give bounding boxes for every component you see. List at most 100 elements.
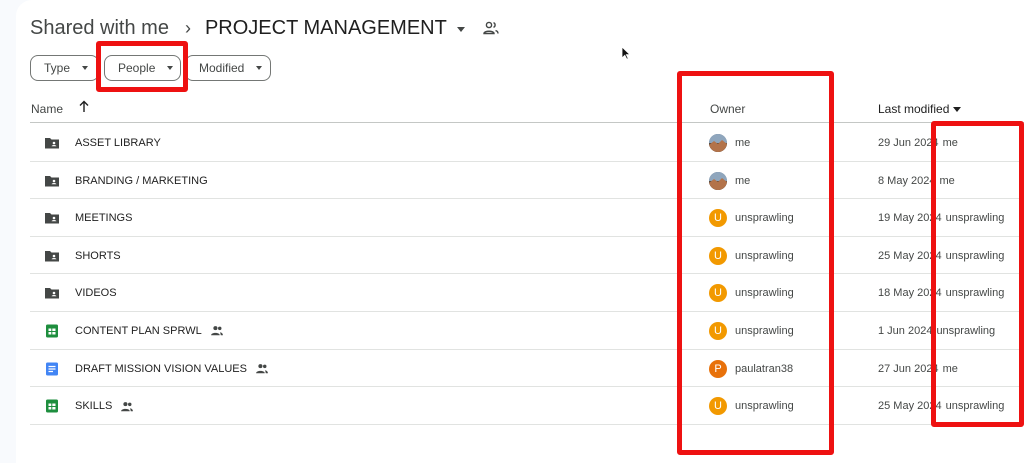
- avatar: [709, 134, 727, 152]
- last-modified: 8 May 2024 me: [878, 175, 955, 187]
- shared-folder-icon: [45, 288, 59, 299]
- modified-date: 8 May 2024: [878, 174, 936, 187]
- file-browser: Shared with me › PROJECT MANAGEMENT Type…: [16, 0, 1024, 463]
- table-row[interactable]: CONTENT PLAN SPRWL Uunsprawling 1 Jun 2024…: [30, 312, 1024, 350]
- sheets-icon: [46, 324, 58, 338]
- modified-by: unsprawling: [945, 400, 1005, 413]
- breadcrumb: Shared with me › PROJECT MANAGEMENT: [30, 12, 499, 44]
- owner-name: unsprawling: [735, 324, 794, 337]
- file-name: SHORTS: [75, 250, 121, 262]
- file-name-label: MEETINGS: [75, 212, 133, 225]
- table-row[interactable]: SHORTS Uunsprawling 25 May 2024 unsprawling: [30, 237, 1024, 275]
- shared-people-icon: [121, 401, 134, 411]
- type-filter-label: Type: [44, 61, 71, 75]
- modified-date: 29 Jun 2024: [878, 137, 939, 149]
- file-name: ASSET LIBRARY: [75, 137, 161, 149]
- modified-by: unsprawling: [945, 287, 1005, 300]
- owner-column-header[interactable]: Owner: [710, 102, 745, 116]
- sort-arrow-up-icon[interactable]: [78, 100, 90, 113]
- last-modified: 25 May 2024 unsprawling: [878, 250, 1004, 262]
- file-name-label: SKILLS: [75, 400, 113, 413]
- profile-photo-icon: [709, 171, 727, 190]
- file-name-label: CONTENT PLAN SPRWL: [75, 324, 202, 337]
- modified-by: unsprawling: [945, 249, 1005, 262]
- docs-icon: [46, 362, 58, 376]
- modified-date: 18 May 2024: [878, 287, 942, 300]
- shared-folder-icon: [45, 213, 59, 224]
- modified-by: me: [939, 174, 955, 187]
- owner-name: unsprawling: [735, 249, 794, 262]
- file-name: MEETINGS: [75, 212, 132, 224]
- file-name: CONTENT PLAN SPRWL: [75, 325, 224, 337]
- chevron-down-icon: [256, 66, 263, 70]
- last-modified-label: Last modified: [878, 102, 950, 116]
- file-list: ASSET LIBRARY me 29 Jun 2024 me BRANDING / M…: [30, 124, 1024, 425]
- breadcrumb-current-folder[interactable]: PROJECT MANAGEMENT: [205, 17, 447, 40]
- last-modified: 27 Jun 2024 me: [878, 363, 958, 375]
- shared-folder-icon: [45, 250, 59, 262]
- owner-name: unsprawling: [735, 400, 794, 413]
- modified-by: me: [942, 137, 958, 149]
- avatar: U: [709, 321, 727, 340]
- owner-name: unsprawling: [735, 287, 794, 300]
- shared-people-icon: [256, 364, 268, 374]
- avatar: P: [709, 359, 727, 378]
- last-modified: 1 Jun 2024 unsprawling: [878, 325, 995, 337]
- last-modified: 18 May 2024 unsprawling: [878, 287, 1004, 299]
- modified-by: unsprawling: [936, 324, 996, 337]
- modified-date: 27 Jun 2024: [878, 362, 939, 375]
- type-filter-chip[interactable]: Type: [30, 55, 99, 81]
- sort-descending-caret-icon: [953, 106, 962, 112]
- avatar: U: [709, 209, 727, 228]
- file-name: BRANDING / MARKETING: [75, 175, 208, 187]
- avatar: [709, 171, 727, 190]
- file-name-label: BRANDING / MARKETING: [75, 174, 208, 187]
- owner-name: paulatran38: [735, 362, 794, 375]
- file-name-label: SHORTS: [75, 249, 121, 262]
- mouse-cursor-icon: [621, 46, 631, 60]
- modified-by: me: [942, 362, 958, 375]
- last-modified-column-header[interactable]: Last modified: [878, 102, 962, 116]
- people-filter-label: People: [118, 61, 156, 75]
- table-row[interactable]: VIDEOS Uunsprawling 18 May 2024 unsprawling: [30, 274, 1024, 312]
- avatar: U: [709, 246, 727, 265]
- modified-date: 1 Jun 2024: [878, 324, 933, 337]
- people-filter-chip[interactable]: People: [104, 55, 181, 81]
- shared-folder-icon: [45, 138, 59, 149]
- breadcrumb-shared-with-me[interactable]: Shared with me: [30, 17, 169, 40]
- breadcrumb-separator: ›: [184, 17, 191, 38]
- last-modified: 29 Jun 2024 me: [878, 137, 958, 149]
- file-name: VIDEOS: [75, 287, 117, 299]
- table-row[interactable]: BRANDING / MARKETING me 8 May 2024 me: [30, 162, 1024, 200]
- modified-by: unsprawling: [945, 212, 1005, 225]
- sheets-icon: [46, 399, 58, 413]
- file-name: DRAFT MISSION VISION VALUES: [75, 363, 269, 375]
- table-row[interactable]: SKILLS Uunsprawling 25 May 2024 unsprawling: [30, 387, 1024, 425]
- modified-filter-label: Modified: [199, 61, 245, 75]
- shared-people-icon: [210, 326, 223, 336]
- table-header: Name Owner Last modified: [30, 96, 1024, 123]
- chevron-down-icon: [82, 66, 89, 70]
- owner-name: me: [735, 174, 751, 187]
- shared-people-icon[interactable]: [483, 21, 499, 35]
- avatar: U: [709, 284, 727, 303]
- folder-menu-caret-icon[interactable]: [456, 26, 465, 32]
- file-name-label: VIDEOS: [75, 287, 117, 300]
- table-row[interactable]: ASSET LIBRARY me 29 Jun 2024 me: [30, 124, 1024, 162]
- table-row[interactable]: MEETINGS Uunsprawling 19 May 2024 unsprawli…: [30, 199, 1024, 237]
- avatar: U: [709, 397, 727, 416]
- table-row[interactable]: DRAFT MISSION VISION VALUES Ppaulatran38 2…: [30, 350, 1024, 388]
- filter-chips: Type People Modified: [30, 55, 275, 81]
- modified-date: 25 May 2024: [878, 249, 942, 262]
- file-name: SKILLS: [75, 400, 134, 412]
- modified-filter-chip[interactable]: Modified: [185, 55, 271, 81]
- file-name-label: ASSET LIBRARY: [75, 137, 161, 149]
- name-column-header[interactable]: Name: [31, 102, 63, 116]
- last-modified: 19 May 2024 unsprawling: [878, 212, 1004, 224]
- owner-name: unsprawling: [735, 212, 794, 225]
- chevron-down-icon: [167, 66, 174, 70]
- modified-date: 25 May 2024: [878, 400, 942, 413]
- profile-photo-icon: [709, 134, 727, 152]
- last-modified: 25 May 2024 unsprawling: [878, 400, 1004, 412]
- shared-folder-icon: [45, 175, 59, 187]
